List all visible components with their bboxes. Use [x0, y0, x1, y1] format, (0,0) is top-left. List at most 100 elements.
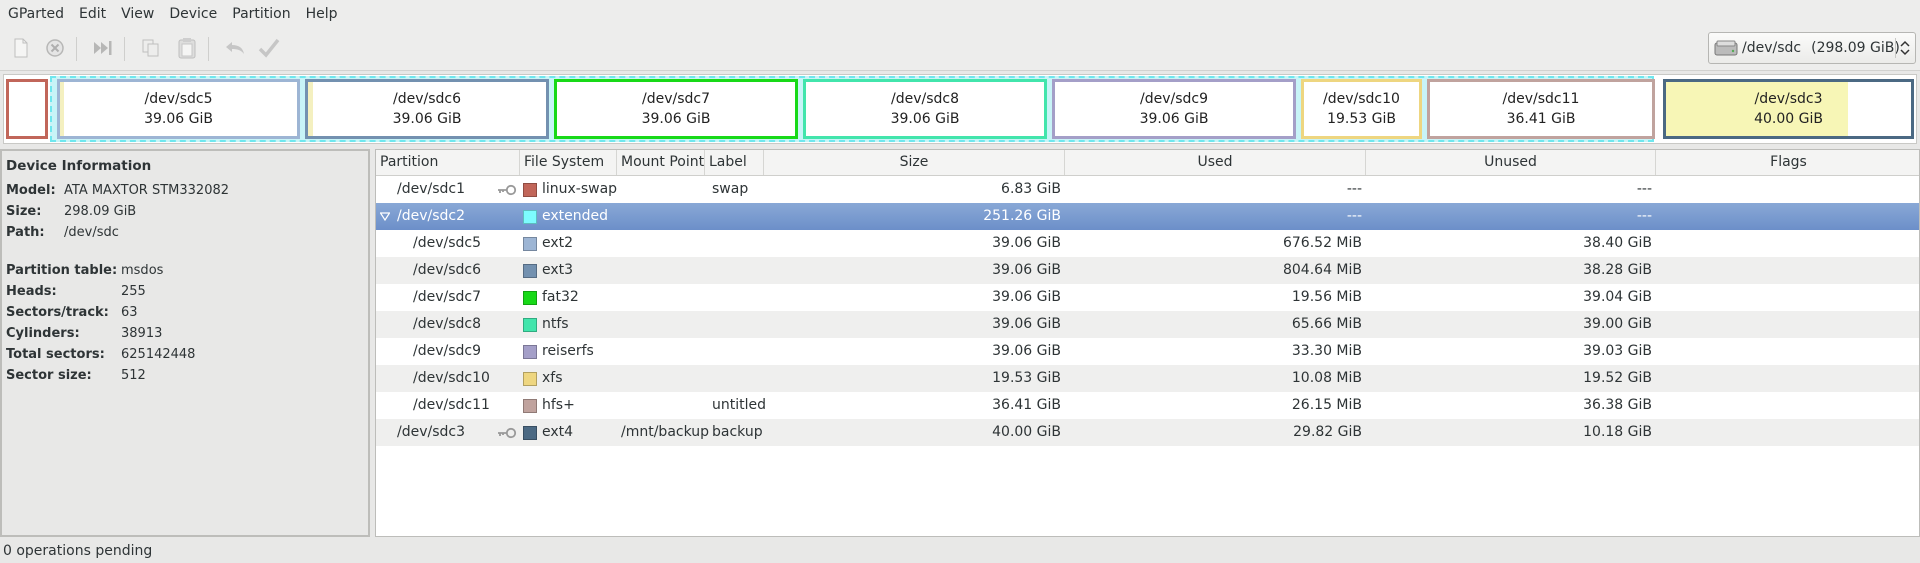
partition-map-sdc10[interactable]: /dev/sdc10 19.53 GiB [1301, 79, 1422, 139]
column-used[interactable]: Used [1065, 150, 1366, 175]
partition-label [712, 203, 764, 230]
column-file-system[interactable]: File System [520, 150, 617, 175]
partition-map-sdc11[interactable]: /dev/sdc11 36.41 GiB [1427, 79, 1655, 139]
partition-flags [1660, 392, 1910, 419]
table-row[interactable]: /dev/sdc10 xfs 19.53 GiB 10.08 MiB 19.52 GiB [376, 365, 1919, 392]
partition-name: /dev/sdc11 [413, 397, 490, 413]
menu-help[interactable]: Help [298, 0, 345, 29]
table-row[interactable]: /dev/sdc1 linux-swap swap 6.83 GiB --- --- [376, 176, 1919, 203]
apply-icon [258, 38, 280, 58]
filesystem-color-swatch [523, 237, 537, 251]
partition-unused: 39.00 GiB [1583, 316, 1652, 332]
filesystem-color-swatch [523, 426, 537, 440]
partition-map-name: /dev/sdc10 [1323, 91, 1400, 107]
cylinders-value: 38913 [121, 326, 163, 341]
partition-map-sdc5[interactable]: /dev/sdc5 39.06 GiB [57, 79, 300, 139]
mount-point: /mnt/backup [621, 424, 710, 440]
device-selector[interactable]: /dev/sdc (298.09 GiB) [1708, 32, 1916, 64]
table-row[interactable]: /dev/sdc11 hfs+ untitled 36.41 GiB 26.15 MiB… [376, 392, 1919, 419]
partition-table[interactable]: Partition File System Mount Point Label … [375, 149, 1920, 537]
menu-device[interactable]: Device [161, 0, 224, 29]
apply-button[interactable] [256, 35, 282, 61]
used-space-fill [60, 82, 64, 136]
partition-map-name: /dev/sdc8 [890, 91, 959, 107]
column-size[interactable]: Size [764, 150, 1065, 175]
table-row[interactable]: /dev/sdc7 fat32 39.06 GiB 19.56 MiB 39.04 Gi… [376, 284, 1919, 311]
column-mount-point[interactable]: Mount Point [617, 150, 705, 175]
mount-point [621, 230, 705, 257]
mount-point [621, 284, 705, 311]
table-row[interactable]: /dev/sdc2 extended 251.26 GiB --- --- [376, 203, 1919, 230]
partition-map-sdc7[interactable]: /dev/sdc7 39.06 GiB [554, 79, 798, 139]
resize-move-button[interactable] [90, 35, 116, 61]
expander-arrow-icon[interactable] [380, 212, 390, 221]
new-partition-button[interactable] [8, 35, 34, 61]
partition-size: 6.83 GiB [1001, 181, 1061, 197]
filesystem-name: ext3 [542, 262, 574, 278]
column-label[interactable]: Label [705, 150, 764, 175]
partition-map-sdc8[interactable]: /dev/sdc8 39.06 GiB [803, 79, 1047, 139]
partition-size: 19.53 GiB [992, 370, 1061, 386]
partition-map-name: /dev/sdc6 [392, 91, 461, 107]
partition-map-name: /dev/sdc11 [1502, 91, 1580, 107]
menu-partition[interactable]: Partition [224, 0, 297, 29]
delete-partition-button[interactable] [42, 35, 68, 61]
column-unused[interactable]: Unused [1366, 150, 1656, 175]
cylinders-label: Cylinders: [6, 326, 80, 341]
device-information-panel: Device Information Model: ATA MAXTOR STM3… [0, 149, 370, 537]
partition-map-size: 39.06 GiB [144, 111, 213, 127]
partition-unused: 39.03 GiB [1583, 343, 1652, 359]
partition-name: /dev/sdc9 [413, 343, 482, 359]
partition-size: 36.41 GiB [992, 397, 1061, 413]
table-row[interactable]: /dev/sdc9 reiserfs 39.06 GiB 33.30 MiB 39.03… [376, 338, 1919, 365]
partition-flags [1660, 230, 1910, 257]
partition-label [712, 365, 764, 392]
partition-label: swap [712, 181, 749, 197]
partition-size: 39.06 GiB [992, 262, 1061, 278]
partition-map-name: /dev/sdc7 [641, 91, 710, 107]
paste-button[interactable] [174, 35, 200, 61]
device-name: /dev/sdc [1742, 40, 1802, 56]
partition-unused: 36.38 GiB [1583, 397, 1652, 413]
partition-map-size: 39.06 GiB [392, 111, 462, 127]
model-label: Model: [6, 183, 56, 198]
column-flags[interactable]: Flags [1656, 150, 1919, 175]
undo-icon [226, 42, 244, 54]
partition-map-sdc6[interactable]: /dev/sdc6 39.06 GiB [305, 79, 549, 139]
partition-map-sdc1[interactable] [6, 79, 48, 139]
table-row[interactable]: /dev/sdc3 ext4/mnt/backup backup 40.00 GiB 2… [376, 419, 1919, 446]
table-row[interactable]: /dev/sdc5 ext2 39.06 GiB 676.52 MiB 38.40 Gi… [376, 230, 1919, 257]
sector-size-value: 512 [121, 368, 146, 383]
table-row[interactable]: /dev/sdc6 ext3 39.06 GiB 804.64 MiB 38.28 Gi… [376, 257, 1919, 284]
partition-map-name: /dev/sdc3 [1754, 91, 1823, 107]
menu-gparted[interactable]: GParted [0, 0, 71, 29]
undo-button[interactable] [222, 35, 248, 61]
partition-map-size: 39.06 GiB [1139, 111, 1209, 127]
model-value: ATA MAXTOR STM332082 [64, 183, 230, 198]
partition-name: /dev/sdc10 [413, 370, 490, 386]
partition-used: --- [1346, 181, 1362, 197]
chevron-up-down-icon [1895, 38, 1910, 58]
partition-map-size: 36.41 GiB [1506, 111, 1576, 127]
table-row[interactable]: /dev/sdc8 ntfs 39.06 GiB 65.66 MiB 39.00 GiB [376, 311, 1919, 338]
partition-map-sdc9[interactable]: /dev/sdc9 39.06 GiB [1052, 79, 1296, 139]
partition-flags [1660, 176, 1910, 203]
filesystem-color-swatch [523, 210, 537, 224]
filesystem-color-swatch [523, 399, 537, 413]
mount-point [621, 365, 705, 392]
table-header: Partition File System Mount Point Label … [376, 150, 1919, 176]
partition-map-sdc3[interactable]: /dev/sdc3 40.00 GiB [1663, 79, 1914, 139]
copy-button[interactable] [138, 35, 164, 61]
menu-edit[interactable]: Edit [71, 0, 113, 29]
partition-used: --- [1346, 208, 1362, 224]
partition-name: /dev/sdc7 [413, 289, 482, 305]
partition-used: 676.52 MiB [1282, 235, 1362, 251]
paste-icon [178, 38, 196, 59]
column-partition[interactable]: Partition [376, 150, 520, 175]
partition-used: 65.66 MiB [1291, 316, 1362, 332]
partition-map-name: /dev/sdc9 [1139, 91, 1208, 107]
filesystem-name: xfs [542, 370, 563, 386]
filesystem-color-swatch [523, 264, 537, 278]
menu-view[interactable]: View [113, 0, 161, 29]
partition-map-size: 39.06 GiB [890, 111, 960, 127]
